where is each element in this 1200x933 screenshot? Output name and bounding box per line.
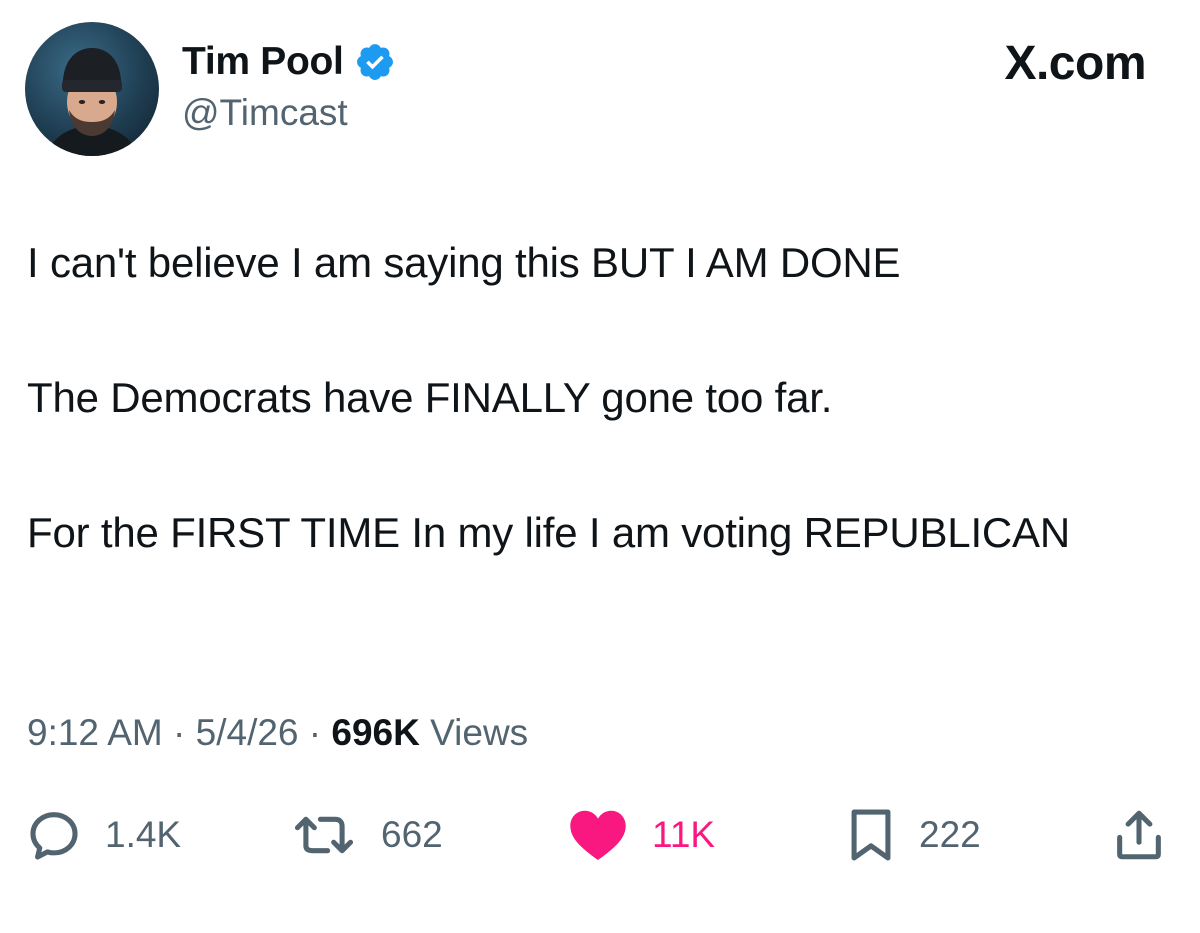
tweet-paragraph: For the FIRST TIME In my life I am votin… [27,509,1071,556]
tweet-paragraph: I can't believe I am saying this BUT I A… [27,239,901,286]
verified-badge-icon [354,41,396,83]
meta-separator: · [308,712,332,753]
tweet-time[interactable]: 9:12 AM [27,712,173,753]
share-icon [1110,806,1168,864]
like-button[interactable]: 11K [566,800,715,870]
views-label: Views [430,712,529,753]
tweet-card: Tim Pool @Timcast X.com I can't believe … [0,0,1200,933]
action-bar: 1.4K 662 11K 222 [0,800,1200,870]
meta-separator: · [173,712,196,753]
like-count: 11K [652,814,716,855]
reply-button[interactable]: 1.4K [25,800,181,870]
author-name-row: Tim Pool [182,38,396,86]
tweet-date[interactable]: 5/4/26 [196,712,309,753]
avatar-image [45,48,139,156]
author-handle[interactable]: @Timcast [182,92,348,134]
retweet-icon [289,806,359,864]
x-com-label: X.com [1004,37,1146,90]
tweet-meta: 9:12 AM · 5/4/26 · 696K Views [27,712,528,754]
reply-count: 1.4K [105,814,182,855]
avatar[interactable] [25,22,159,156]
bookmark-count: 222 [919,814,981,855]
retweet-button[interactable]: 662 [289,800,443,870]
heart-icon [566,806,630,864]
retweet-count: 662 [381,814,443,855]
reply-icon [25,806,83,864]
bookmark-icon [845,806,897,864]
author-display-name[interactable]: Tim Pool [182,40,344,84]
views-count: 696K [331,712,431,753]
share-button[interactable] [1110,800,1168,870]
bookmark-button[interactable]: 222 [845,800,981,870]
tweet-paragraph: The Democrats have FINALLY gone too far. [27,374,833,421]
